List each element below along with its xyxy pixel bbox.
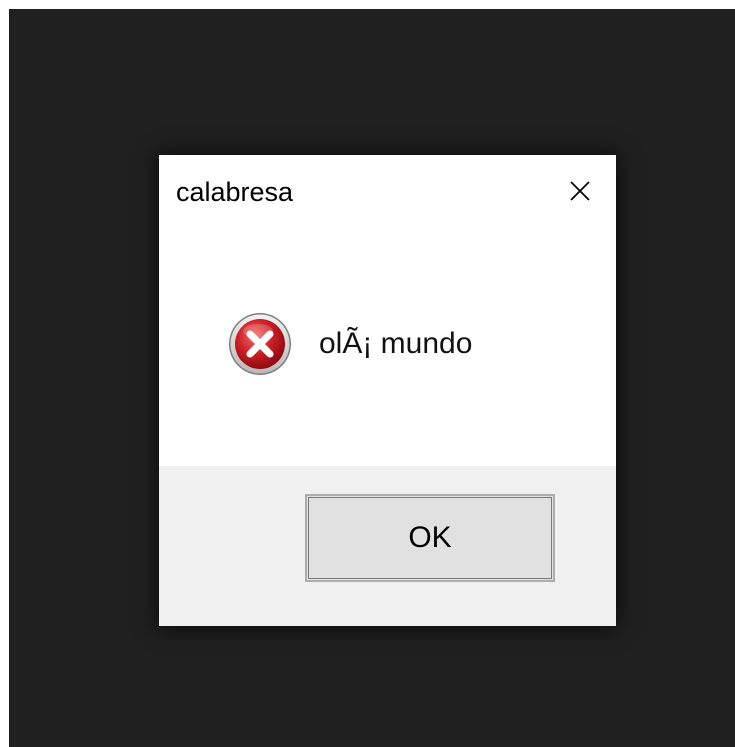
error-icon — [229, 313, 291, 375]
dialog-content: olÃ¡ mundo — [159, 229, 616, 466]
message-box-dialog: calabresa olÃ¡ mundo OK — [159, 155, 616, 626]
close-button[interactable] — [554, 167, 606, 215]
dialog-footer: OK — [159, 466, 616, 626]
desktop-backdrop: calabresa olÃ¡ mundo OK — [9, 9, 735, 747]
dialog-title: calabresa — [176, 177, 294, 207]
close-icon — [570, 181, 590, 201]
dialog-titlebar: calabresa — [159, 155, 616, 229]
ok-button[interactable]: OK — [305, 494, 555, 582]
dialog-message: olÃ¡ mundo — [319, 327, 473, 360]
